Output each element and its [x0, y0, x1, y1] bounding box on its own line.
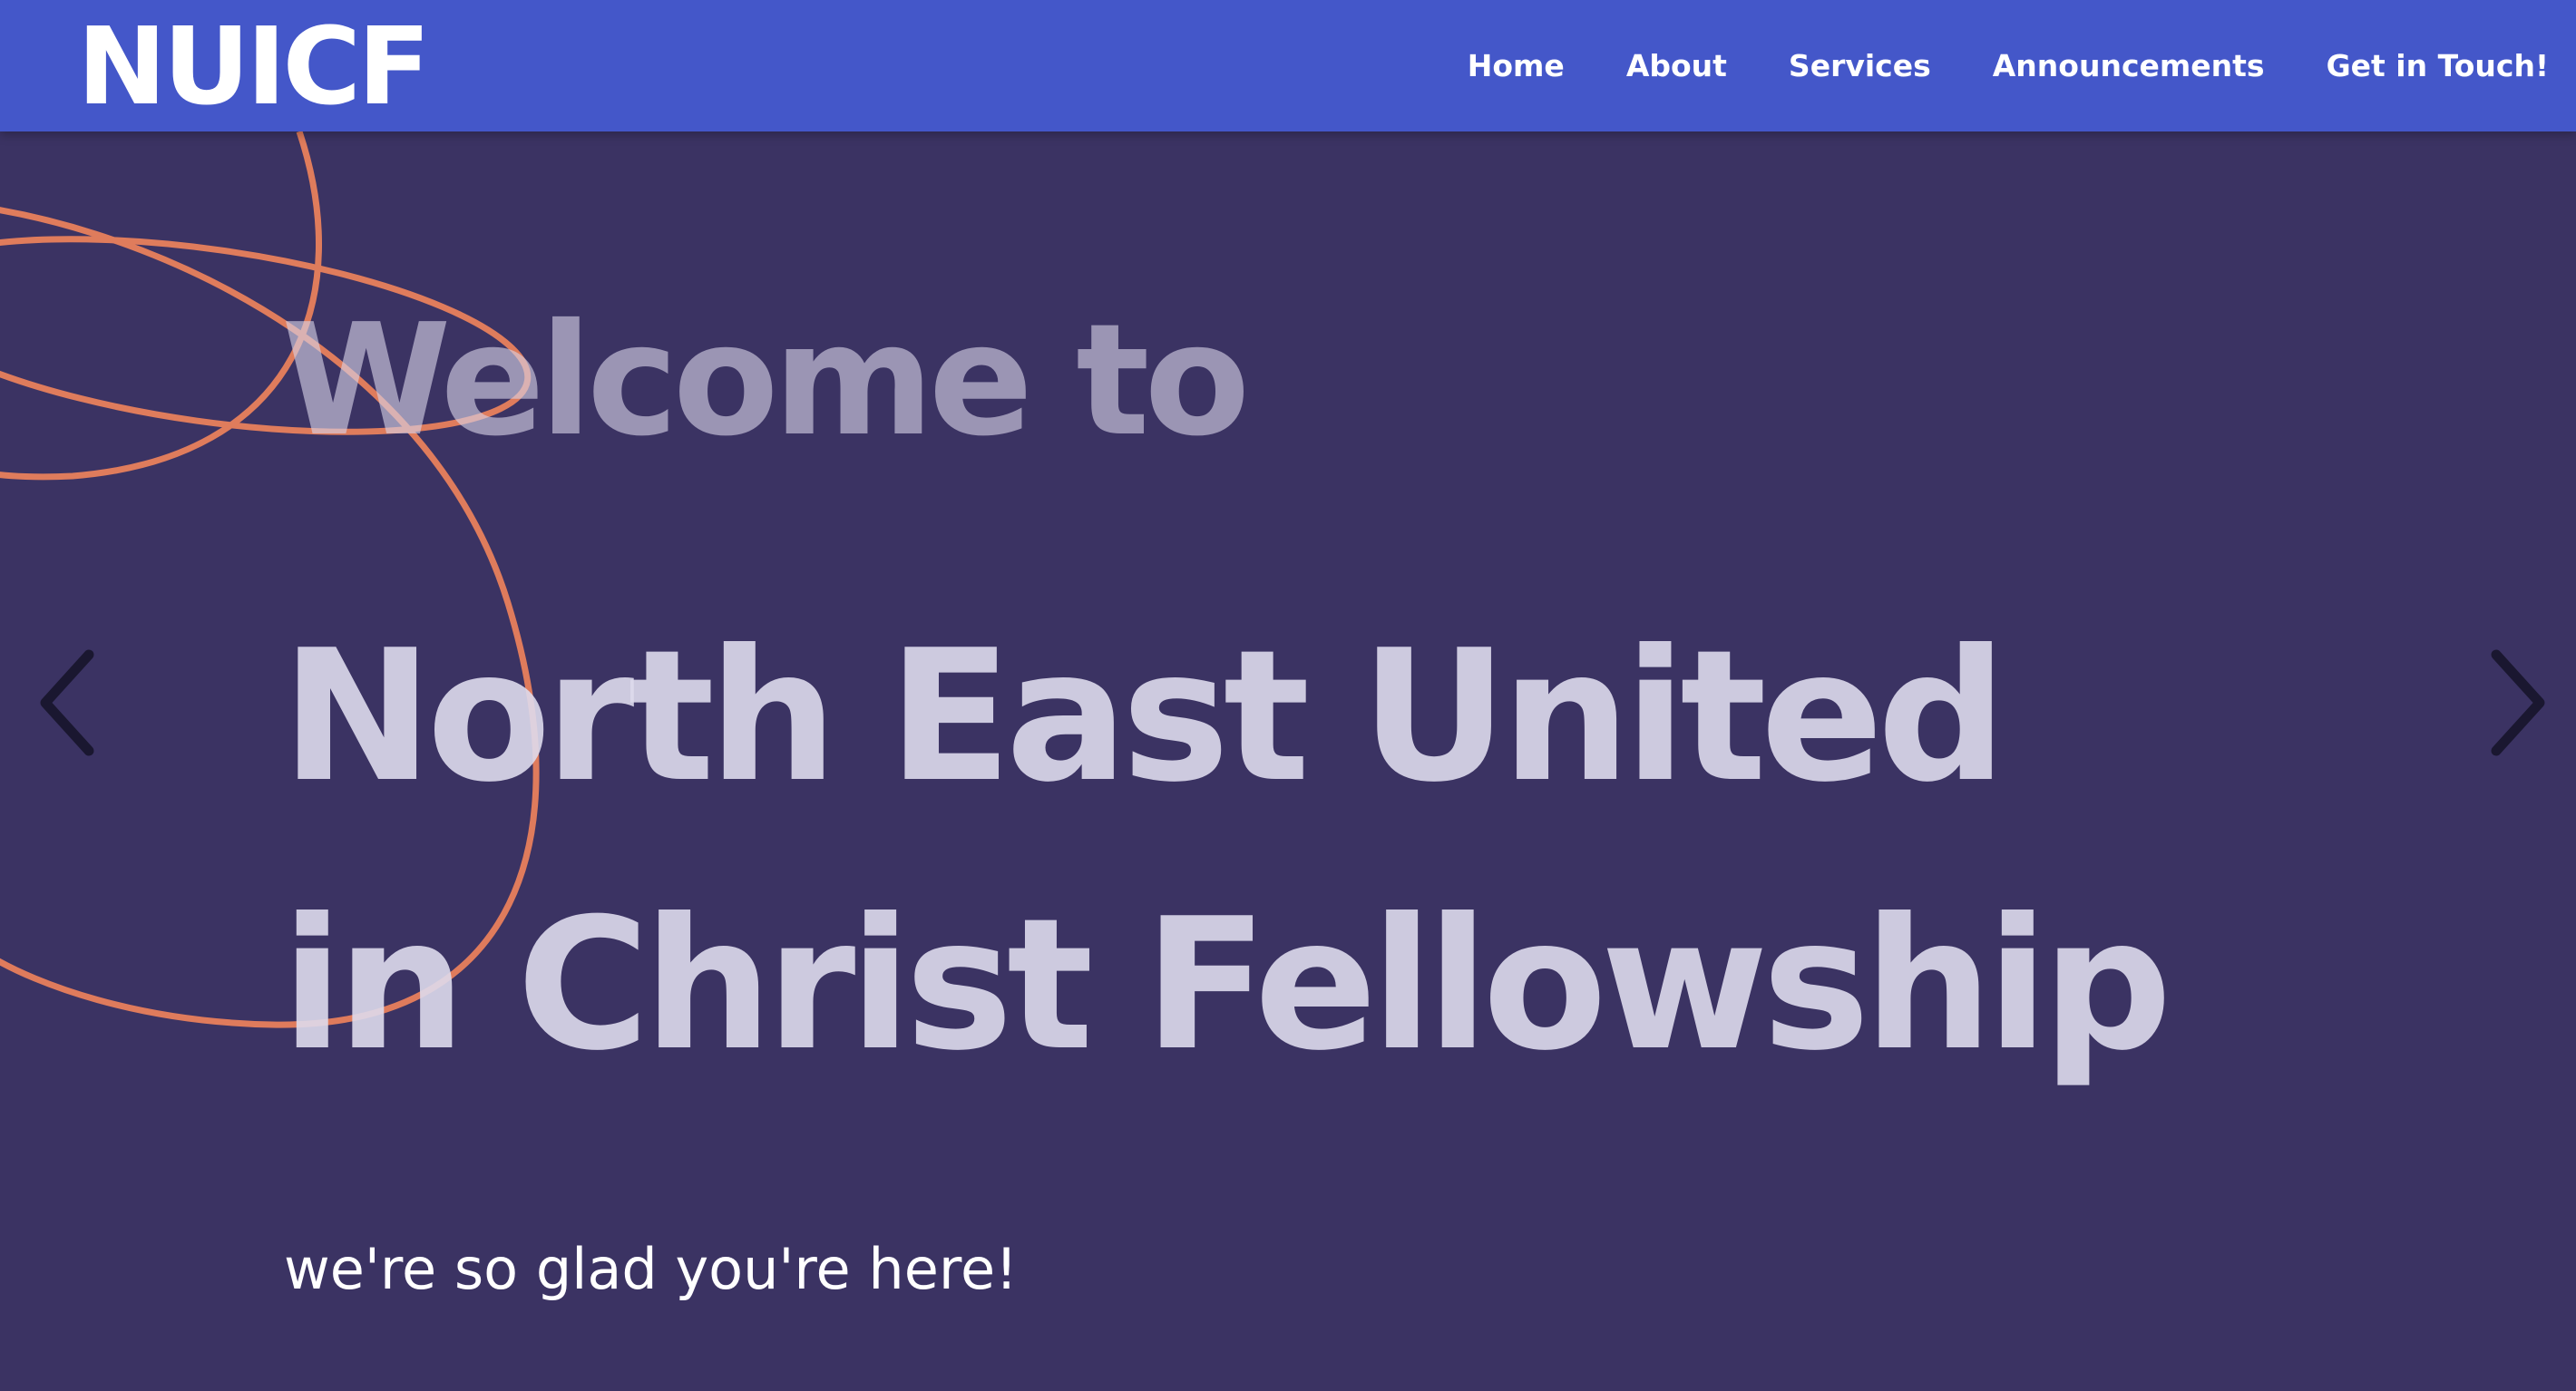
navbar: NUICF Home About Services Announcements …	[0, 0, 2576, 131]
carousel-prev-button[interactable]	[18, 635, 127, 771]
chevron-right-icon	[2491, 649, 2545, 756]
nav-link-services[interactable]: Services	[1789, 48, 1931, 83]
brand-logo[interactable]: NUICF	[77, 7, 431, 125]
hero-title: North East United in Christ Fellowship	[281, 611, 2172, 1091]
chevron-left-icon	[40, 649, 94, 756]
nav-link-about[interactable]: About	[1626, 48, 1727, 83]
scribble-curve-upper	[0, 131, 323, 481]
nav-link-announcements[interactable]: Announcements	[1993, 48, 2265, 83]
carousel-next-button[interactable]	[2458, 635, 2567, 771]
nav-link-home[interactable]: Home	[1468, 48, 1565, 83]
hero-subtitle: we're so glad you're here!	[284, 1236, 1018, 1302]
nav-links: Home About Services Announcements Get in…	[1406, 0, 2549, 131]
hero-carousel: Welcome to North East United in Christ F…	[0, 131, 2576, 1391]
nav-link-get-in-touch[interactable]: Get in Touch!	[2327, 48, 2549, 83]
welcome-heading: Welcome to	[281, 291, 1250, 471]
